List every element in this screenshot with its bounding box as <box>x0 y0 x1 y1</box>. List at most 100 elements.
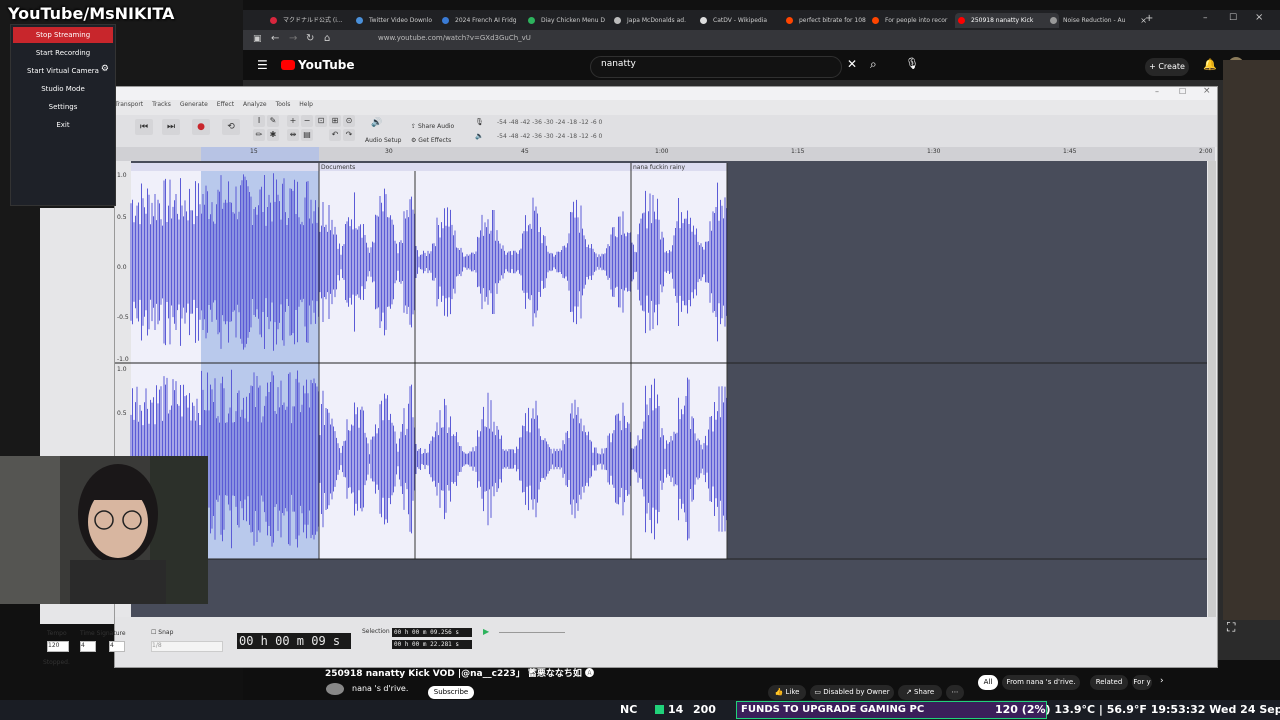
microphone-icon[interactable]: 🎙 <box>905 57 919 70</box>
menu-help[interactable]: Help <box>299 101 313 108</box>
draw-tool-icon[interactable]: ✏ <box>253 129 265 141</box>
get-effects-button[interactable]: ⚙ Get Effects <box>411 132 451 145</box>
browser-tab[interactable]: 2024 French AI Fridg× <box>439 13 537 28</box>
snap-checkbox[interactable]: ☐ Snap <box>151 629 173 636</box>
zoom-in-icon[interactable]: + <box>287 115 299 127</box>
selection-end[interactable]: 00 h 00 m 22.281 s <box>392 640 472 649</box>
fit-project-icon[interactable]: ⊞ <box>329 115 341 127</box>
play-at-speed-icon[interactable]: ▶ <box>483 627 489 636</box>
taskbar-app-icons[interactable] <box>6 705 206 715</box>
skip-end-icon[interactable]: ⏭ <box>162 119 180 135</box>
time-signature-numerator[interactable]: 4 <box>80 641 96 652</box>
chip-all[interactable]: All <box>978 675 998 690</box>
settings-button[interactable]: Settings <box>13 99 113 115</box>
url-field[interactable]: www.youtube.com/watch?v=GXd3GuCh_vU <box>378 34 531 42</box>
chip-related[interactable]: Related <box>1090 675 1128 690</box>
browser-tab[interactable]: Twitter Video Downlo× <box>353 13 451 28</box>
clip-label-rainy[interactable]: nana fuckin rainy <box>633 164 686 171</box>
menu-tracks[interactable]: Tracks <box>152 101 171 108</box>
fullscreen-icon[interactable]: ⛶ <box>1227 620 1235 635</box>
menu-analyze[interactable]: Analyze <box>243 101 267 108</box>
trim-icon[interactable]: ⇹ <box>287 129 299 141</box>
time-display[interactable]: 00 h 00 m 09 s <box>237 633 351 649</box>
maximize-icon[interactable]: ☐ <box>1229 13 1237 23</box>
record-icon[interactable]: ● <box>192 119 210 135</box>
redo-icon[interactable]: ↷ <box>343 129 355 141</box>
playback-meter[interactable]: -54 -48 -42 -36 -30 -24 -18 -12 -6 0 <box>497 133 602 140</box>
skip-start-icon[interactable]: ⏮ <box>135 119 153 135</box>
search-icon[interactable]: ⌕ <box>870 57 877 72</box>
selection-start[interactable]: 00 h 00 m 09.256 s <box>392 628 472 637</box>
browser-tab-active[interactable]: 250918 nanatty Kick× <box>955 13 1059 28</box>
waveform-canvas[interactable]: Documents nana fuckin rainy 1.0 0.5 0.0 … <box>115 161 1207 635</box>
forward-icon[interactable]: → <box>289 33 297 44</box>
time-signature-denominator[interactable]: 4 <box>109 641 125 652</box>
window-close-icon[interactable]: × <box>1255 12 1263 23</box>
clear-search-icon[interactable]: ✕ <box>847 57 857 71</box>
snap-select[interactable]: 1/8 <box>151 641 223 652</box>
menu-transport[interactable]: Transport <box>115 101 143 108</box>
start-recording-button[interactable]: Start Recording <box>13 45 113 61</box>
stop-streaming-button[interactable]: Stop Streaming <box>13 27 113 43</box>
tempo-input[interactable]: 120 <box>47 641 69 652</box>
browser-tab[interactable]: CatDV - Wikipedia× <box>697 13 795 28</box>
minimize-icon[interactable]: – <box>1155 87 1159 96</box>
tab-label: Japa McDonalds ad. <box>627 17 686 24</box>
menu-effect[interactable]: Effect <box>217 101 234 108</box>
notifications-icon[interactable]: 🔔 <box>1203 58 1217 71</box>
chip-from-channel[interactable]: From nana 's d'rive. <box>1002 675 1080 690</box>
clip-label-documents[interactable]: Documents <box>321 164 355 171</box>
subscribe-button[interactable]: Subscribe <box>428 686 474 699</box>
disabled-comments-button[interactable]: ▭ Disabled by Owner <box>810 685 894 700</box>
home-icon[interactable]: ⌂ <box>324 33 330 44</box>
maximize-icon[interactable]: ☐ <box>1179 87 1186 96</box>
like-button[interactable]: 👍 Like <box>768 685 806 700</box>
silence-icon[interactable]: ▤ <box>301 129 313 141</box>
zoom-out-icon[interactable]: − <box>301 115 313 127</box>
audio-setup-button[interactable]: Audio Setup <box>365 132 401 145</box>
share-audio-button[interactable]: ⇪ Share Audio <box>411 118 454 131</box>
track-area[interactable]: Documents nana fuckin rainy 1.0 0.5 0.0 … <box>115 161 1207 635</box>
menu-icon[interactable]: ☰ <box>257 58 268 72</box>
browser-tab[interactable]: For people into recor× <box>869 13 967 28</box>
create-button[interactable]: + Create <box>1145 58 1189 76</box>
gear-icon[interactable]: ⚙ <box>101 64 109 74</box>
multi-tool-icon[interactable]: ✱ <box>267 129 279 141</box>
back-icon[interactable]: ← <box>271 33 279 44</box>
zoom-toggle-icon[interactable]: ⊙ <box>343 115 355 127</box>
browser-tab[interactable]: Noise Reduction - Au × <box>1047 13 1149 28</box>
browser-tab[interactable]: Diay Chicken Menu D× <box>525 13 623 28</box>
chip-for-you[interactable]: For y <box>1132 675 1152 690</box>
youtube-logo[interactable]: YouTube <box>281 58 355 72</box>
browser-tab[interactable]: perfect bitrate for 108× <box>783 13 881 28</box>
new-tab-icon[interactable]: + <box>1145 13 1153 24</box>
sidebar-toggle-icon[interactable]: ▣ <box>253 34 262 44</box>
start-virtual-camera-button[interactable]: Start Virtual Camera <box>13 63 113 79</box>
fit-selection-icon[interactable]: ⊡ <box>315 115 327 127</box>
exit-button[interactable]: Exit <box>13 117 113 133</box>
minimize-icon[interactable]: – <box>1203 13 1208 23</box>
envelope-tool-icon[interactable]: ✎ <box>267 115 279 127</box>
channel-name[interactable]: nana 's d'rive. <box>352 684 408 693</box>
favicon-icon <box>872 17 879 24</box>
search-input[interactable]: nanatty <box>601 59 636 69</box>
playback-speed-slider[interactable] <box>499 632 565 633</box>
vertical-scrollbar[interactable] <box>1208 161 1216 635</box>
browser-tab[interactable]: マクドナルド公式 (i...× <box>267 13 365 28</box>
reload-icon[interactable]: ↻ <box>306 33 314 44</box>
menu-generate[interactable]: Generate <box>180 101 208 108</box>
chevron-right-icon[interactable]: › <box>1160 676 1164 686</box>
browser-tab[interactable]: Japa McDonalds ad.× <box>611 13 709 28</box>
timeline-ruler[interactable]: 15 30 45 1:00 1:15 1:30 1:45 2:00 <box>115 147 1215 161</box>
menu-tools[interactable]: Tools <box>276 101 291 108</box>
speaker-icon[interactable]: 🔊 <box>371 118 382 128</box>
channel-avatar[interactable] <box>326 683 344 695</box>
more-actions-icon[interactable]: ⋯ <box>946 685 964 700</box>
undo-icon[interactable]: ↶ <box>329 129 341 141</box>
loop-icon[interactable]: ⟲ <box>222 119 240 135</box>
window-close-icon[interactable]: × <box>1203 86 1211 96</box>
selection-tool-icon[interactable]: I <box>253 115 265 127</box>
studio-mode-button[interactable]: Studio Mode <box>13 81 113 97</box>
record-meter[interactable]: -54 -48 -42 -36 -30 -24 -18 -12 -6 0 <box>497 119 602 126</box>
share-button[interactable]: ↗ Share <box>898 685 942 700</box>
